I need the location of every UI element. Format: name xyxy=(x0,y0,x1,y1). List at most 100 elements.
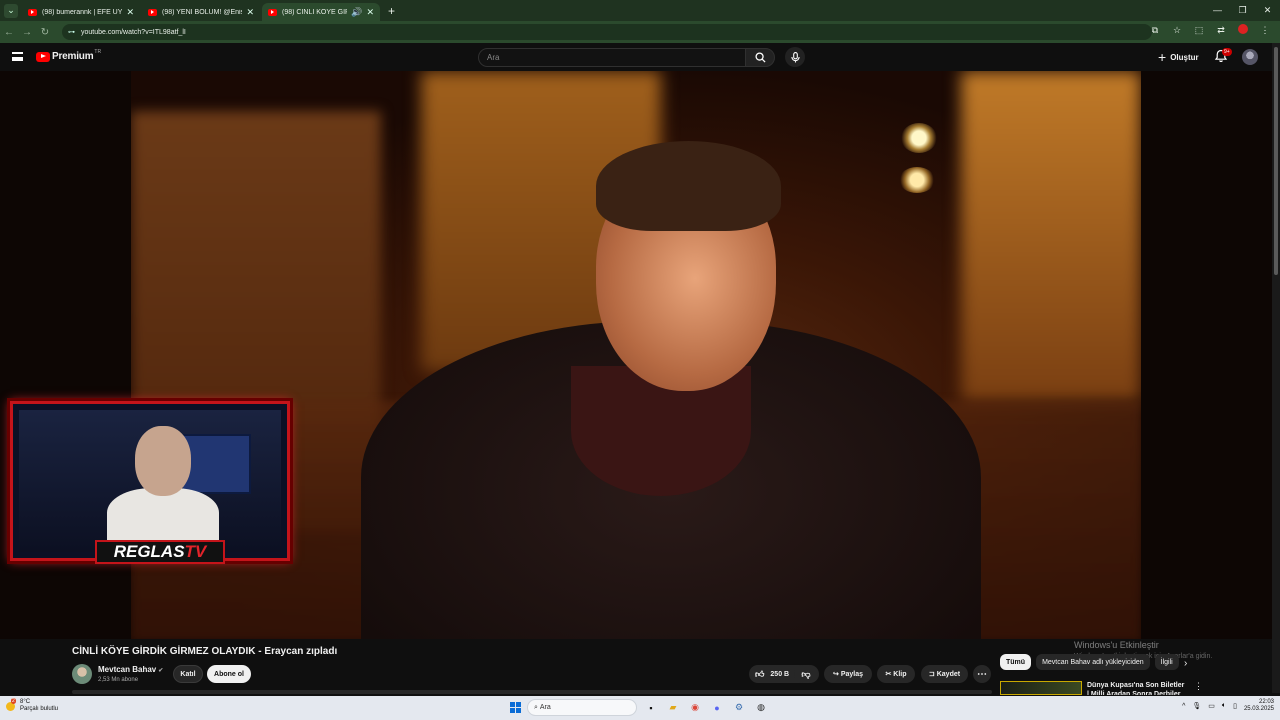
browser-menu-icon[interactable]: ⋮ xyxy=(1258,25,1272,36)
close-tab-icon[interactable]: ✕ xyxy=(366,7,374,18)
description-box-edge xyxy=(72,690,992,694)
split-icon[interactable]: ⇄ xyxy=(1214,25,1228,36)
voice-search-button[interactable] xyxy=(785,47,805,67)
recommended-video-thumbnail[interactable] xyxy=(1000,681,1082,695)
address-bar[interactable]: ⊶ youtube.com/watch?v=ITL98atf_lI xyxy=(62,24,1152,40)
youtube-play-icon xyxy=(36,51,50,62)
youtube-logo[interactable]: Premium TR xyxy=(36,48,102,62)
back-icon[interactable]: ← xyxy=(0,27,18,38)
chip-all[interactable]: Tümü xyxy=(1000,654,1032,670)
share-button[interactable]: ↪ Paylaş xyxy=(824,665,872,683)
share-label: Paylaş xyxy=(840,670,863,678)
channel-name[interactable]: Mevtcan Bahav ✔ xyxy=(98,665,163,674)
microphone-tray-icon[interactable]: 🎙︎ xyxy=(1192,702,1201,710)
reload-icon[interactable]: ↻ xyxy=(36,27,54,38)
tab-title: (98) CİNLİ KÖYE GİRDİK Gİ xyxy=(282,8,347,16)
tab-title: (98) bumerannk | EFE UYGAC Al xyxy=(42,8,123,16)
youtube-favicon-icon xyxy=(268,8,277,16)
task-view-icon[interactable]: ▪ xyxy=(643,700,659,716)
speaker-icon[interactable]: 🔊 xyxy=(351,7,362,18)
browser-tab-active[interactable]: (98) CİNLİ KÖYE GİRDİK Gİ 🔊 ✕ xyxy=(262,3,380,21)
taskbar-search[interactable]: ⌕ Ara xyxy=(527,699,637,716)
search-input[interactable]: Ara xyxy=(478,48,746,67)
obs-record-icon[interactable]: ◍ xyxy=(753,700,769,716)
bookmark-star-icon[interactable]: ☆ xyxy=(1170,25,1184,36)
profile-recording-icon[interactable] xyxy=(1236,24,1250,36)
battery-icon[interactable]: ▯ xyxy=(1233,702,1237,710)
tab-title: (98) YENİ BÖLÜM! @EnisKirazog xyxy=(162,8,242,16)
chip-from-uploader[interactable]: Mevtcan Bahav adlı yükleyiciden xyxy=(1036,654,1150,670)
browser-toolbar: ⧉ ☆ ⬚ ⇄ ⋮ xyxy=(1148,24,1272,36)
video-player[interactable]: REGLASTV xyxy=(0,71,1272,639)
logo-region: TR xyxy=(94,48,102,55)
more-vertical-icon[interactable]: ⋮ xyxy=(1194,681,1203,692)
browser-tab[interactable]: (98) bumerannk | EFE UYGAC Al ✕ xyxy=(22,3,140,21)
browser-tab-bar: ⌄ (98) bumerannk | EFE UYGAC Al ✕ (98) Y… xyxy=(0,0,1280,21)
windows-start-icon[interactable] xyxy=(510,702,521,713)
install-app-icon[interactable]: ⧉ xyxy=(1148,25,1162,36)
search-button[interactable] xyxy=(745,48,775,67)
chrome-icon[interactable]: ◉ xyxy=(687,700,703,716)
close-window-button[interactable]: ✕ xyxy=(1255,0,1280,21)
extensions-icon[interactable]: ⬚ xyxy=(1192,25,1206,36)
plus-icon: + xyxy=(1158,49,1167,65)
webcam-streamer xyxy=(103,426,223,550)
channel-name-text: Mevtcan Bahav xyxy=(98,665,157,674)
bookmark-icon: ⊐ xyxy=(928,671,937,678)
weather-badge: 2 xyxy=(11,697,16,704)
subscribe-button[interactable]: Abone ol xyxy=(207,665,251,683)
discord-icon[interactable]: ● xyxy=(709,700,725,716)
weather-temperature: 8°C xyxy=(20,699,31,705)
streamer-webcam-overlay: REGLASTV xyxy=(10,401,290,564)
new-tab-button[interactable]: + xyxy=(388,4,395,18)
forward-icon[interactable]: → xyxy=(18,27,36,38)
close-tab-icon[interactable]: ✕ xyxy=(126,7,134,18)
windows-activation-title: Windows'u Etkinleştir xyxy=(1074,640,1159,650)
create-label: Oluştur xyxy=(1170,52,1199,62)
scrollbar-thumb[interactable] xyxy=(1274,47,1278,275)
taskbar-apps: ⌕ Ara ▪ ▰ ◉ ● ⚙ ◍ xyxy=(510,699,769,716)
page-scrollbar[interactable] xyxy=(1272,43,1280,693)
account-avatar[interactable] xyxy=(1242,49,1258,65)
streamer-brand-logo: REGLASTV xyxy=(95,540,225,564)
file-explorer-icon[interactable]: ▰ xyxy=(665,700,681,716)
chevron-right-icon[interactable]: › xyxy=(1184,658,1187,669)
search-icon xyxy=(754,52,766,63)
weather-widget[interactable]: 2 8°C Parçalı bulutlu xyxy=(6,697,58,713)
chevron-up-icon[interactable]: ^ xyxy=(1182,703,1185,710)
more-actions-button[interactable]: ⋯ xyxy=(973,665,991,683)
clock[interactable]: 22:03 25.03.2025 xyxy=(1244,699,1274,713)
recommended-video-title[interactable]: Dünya Kupası'na Son Biletler | Milli Ara… xyxy=(1087,681,1187,695)
channel-avatar[interactable] xyxy=(72,664,92,684)
street-light xyxy=(901,123,937,153)
notification-badge: 9+ xyxy=(1222,48,1232,56)
subscriber-count: 2,53 Mn abone xyxy=(98,677,139,683)
logo-text: Premium xyxy=(52,51,94,62)
menu-icon[interactable] xyxy=(12,52,23,61)
site-info-icon[interactable]: ⊶ xyxy=(68,28,75,36)
streamer-head xyxy=(135,426,191,496)
tab-list-button[interactable]: ⌄ xyxy=(4,3,18,18)
close-tab-icon[interactable]: ✕ xyxy=(246,7,254,18)
chip-related[interactable]: İlgili xyxy=(1154,654,1179,670)
network-icon[interactable]: ▭ xyxy=(1208,702,1215,710)
browser-tab[interactable]: (98) YENİ BÖLÜM! @EnisKirazog ✕ xyxy=(142,3,260,21)
verified-icon: ✔ xyxy=(158,668,164,674)
join-button[interactable]: Katıl xyxy=(173,665,203,683)
share-icon: ↪ xyxy=(833,671,841,678)
minimize-button[interactable]: — xyxy=(1205,0,1230,21)
window-controls: — ❐ ✕ xyxy=(1205,0,1280,21)
notifications-button[interactable]: 9+ xyxy=(1214,48,1232,65)
microphone-icon xyxy=(790,51,800,62)
restore-button[interactable]: ❐ xyxy=(1230,0,1255,21)
create-button[interactable]: + Oluştur xyxy=(1158,49,1199,65)
save-button[interactable]: ⊐ Kaydet xyxy=(921,665,968,683)
weather-sun-icon: 2 xyxy=(6,697,16,711)
settings-gear-icon[interactable]: ⚙ xyxy=(731,700,747,716)
volume-icon[interactable]: 🔈︎ xyxy=(1222,702,1226,710)
clip-button[interactable]: ✂ Klip xyxy=(877,665,915,683)
url-text: youtube.com/watch?v=ITL98atf_lI xyxy=(81,28,186,36)
youtube-favicon-icon xyxy=(28,8,37,16)
save-label: Kaydet xyxy=(936,670,961,678)
dislike-button[interactable]: 👎︎ xyxy=(794,665,818,683)
